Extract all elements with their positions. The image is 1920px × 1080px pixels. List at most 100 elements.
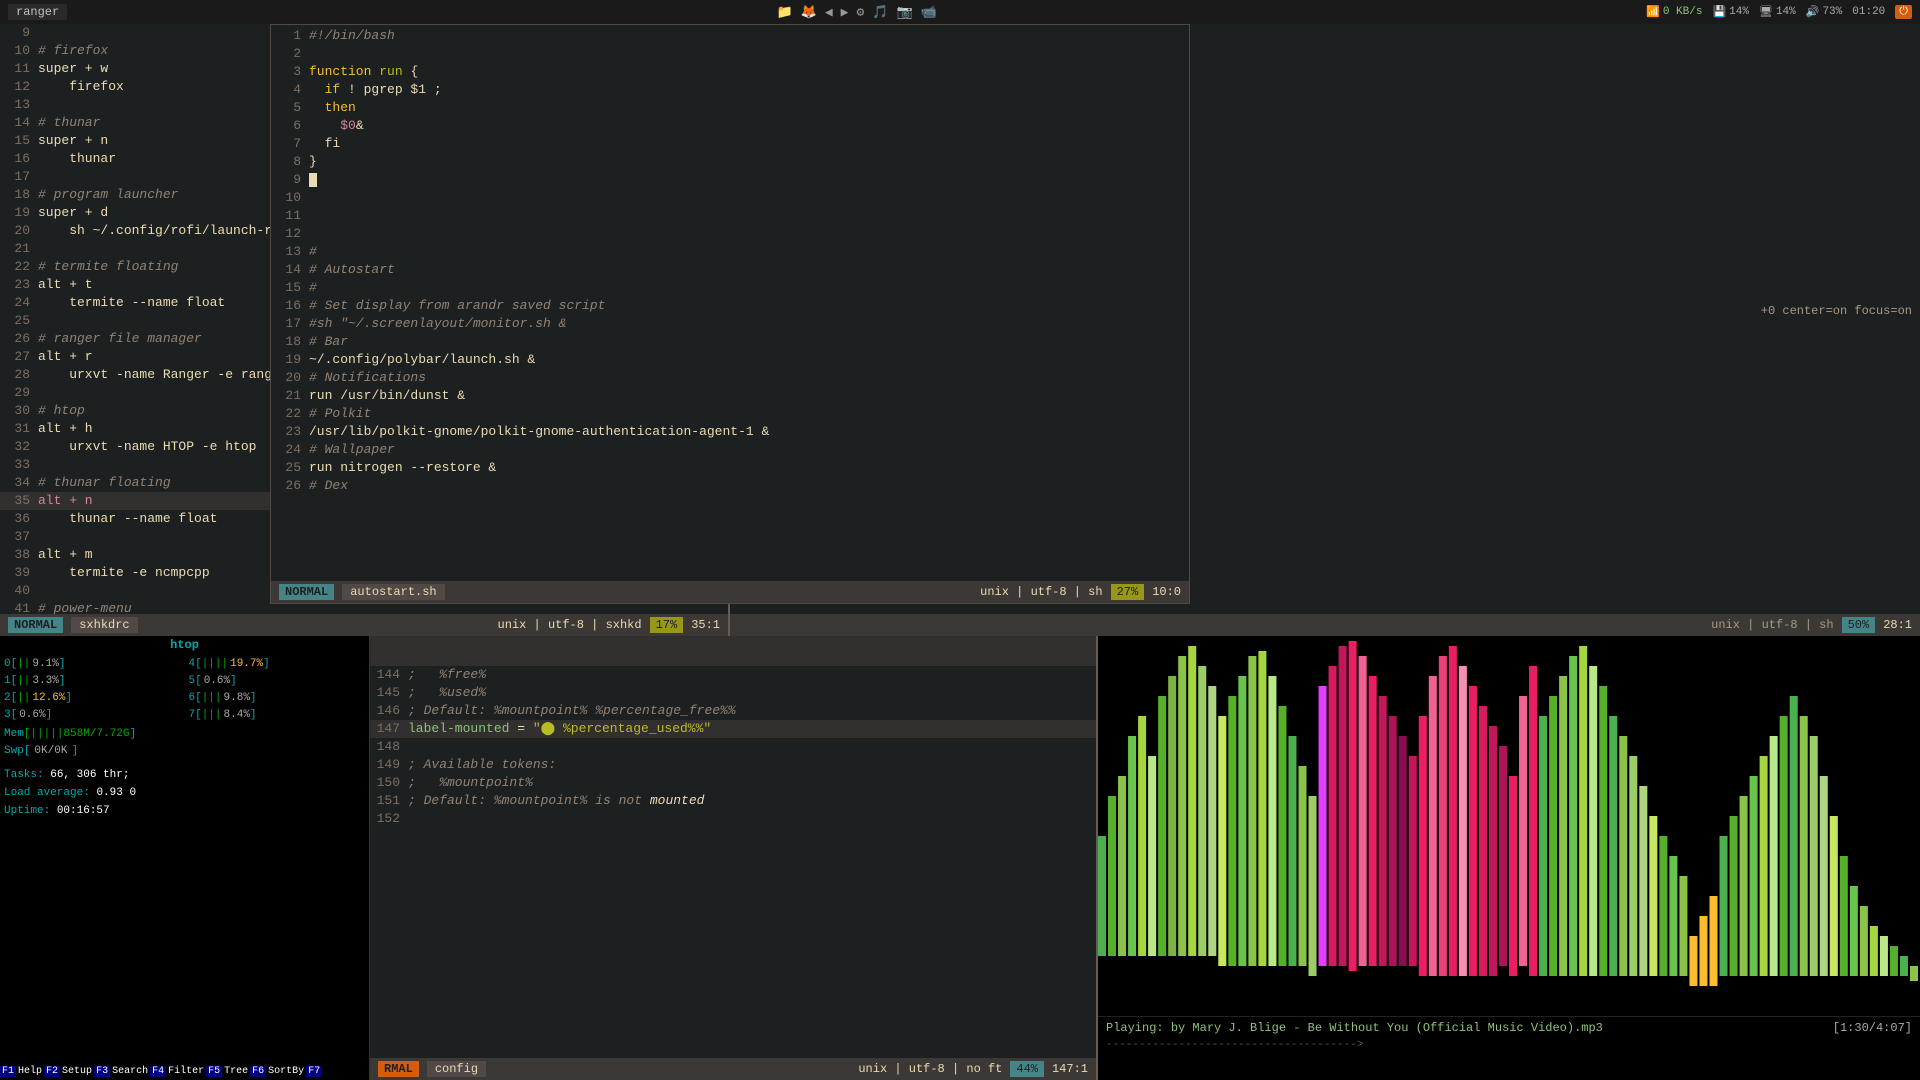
code-line: 18# Bar [271, 333, 1189, 351]
htop-cpu-1: 1[||3.3%] [4, 673, 181, 690]
code-line: 5 then [271, 99, 1189, 117]
htop-f5[interactable]: F5Tree [206, 1062, 250, 1080]
htop-cpu-4: 4[||||19.7%] [189, 656, 366, 673]
code-line: 149; Available tokens: [370, 756, 1096, 774]
video-icon: 📹 [921, 5, 937, 20]
htop-content: 0[||9.1%] 4[||||19.7%] 1[||3.3%] 5[0.6%]… [0, 654, 369, 822]
htop-info: Tasks: 66, 306 thr; Load average: 0.93 0… [4, 766, 365, 820]
vis-svg [1098, 636, 1920, 1016]
overlay-filetype: unix | utf-8 | sh [980, 585, 1102, 599]
topbar: ranger 📁 🦊 ◀ ▶ ⚙ 🎵 📷 📹 📶 0 KB/s 💾 14% 🖥 … [0, 0, 1920, 24]
vis-progress: --------------------------------------> [1106, 1039, 1912, 1051]
code-line: 19~/.config/polybar/launch.sh & [271, 351, 1189, 369]
code-line: 144; %free% [370, 666, 1096, 684]
vis-playing-text: Playing: by Mary J. Blige - Be Without Y… [1106, 1021, 1603, 1035]
topbar-center: 📁 🦊 ◀ ▶ ⚙ 🎵 📷 📹 [776, 5, 936, 20]
code-line: 21run /usr/bin/dunst & [271, 387, 1189, 405]
right-position: 28:1 [1883, 618, 1912, 632]
htop-cpu-3: 3[0.6%] [4, 707, 181, 724]
htop-swp: Swp[0K/0K] [4, 743, 365, 760]
code-line: 13# [271, 243, 1189, 261]
htop-cpu-6: 6[|||9.8%] [189, 690, 366, 707]
right-percent: 50% [1842, 617, 1876, 633]
overlay-position: 10:0 [1152, 585, 1181, 599]
code-line: 25run nitrogen --restore & [271, 459, 1189, 477]
htop-f4[interactable]: F4Filter [150, 1062, 206, 1080]
htop-f2[interactable]: F2Setup [44, 1062, 94, 1080]
main-container: 9 10# firefox 11super + w 12 firefox 13 … [0, 24, 1920, 1080]
window-title[interactable]: ranger [8, 4, 67, 20]
right-editor-statusbar: unix | utf-8 | sh 50% 28:1 [730, 614, 1920, 636]
htop-title: htop [0, 636, 369, 654]
code-line: 11 [271, 207, 1189, 225]
code-line: 9 [271, 171, 1189, 189]
mid-filetype: unix | utf-8 | no ft [858, 1062, 1002, 1076]
mid-editor-panel[interactable]: 144; %free% 145; %used% 146; Default: %m… [370, 636, 1098, 1080]
code-line: 26# Dex [271, 477, 1189, 495]
next-icon[interactable]: ▶ [841, 5, 849, 20]
left-editor-statusbar: NORMAL sxhkdrc unix | utf-8 | sxhkd 17% … [0, 614, 728, 636]
htop-f1[interactable]: F1Help [0, 1062, 44, 1080]
code-line: 14# Autostart [271, 261, 1189, 279]
visualizer-panel: Playing: by Mary J. Blige - Be Without Y… [1098, 636, 1920, 1080]
disk-status: 💾 14% [1712, 5, 1749, 19]
topbar-left: ranger [8, 4, 67, 20]
editor-position: 35:1 [691, 618, 720, 632]
mid-position: 147:1 [1052, 1062, 1088, 1076]
right-editor-extra: +0 center=on focus=on [1761, 304, 1912, 318]
overlay-editor-statusbar: NORMAL autostart.sh unix | utf-8 | sh 27… [271, 581, 1189, 603]
vis-canvas [1098, 636, 1920, 1016]
power-button[interactable]: ⏻ [1895, 5, 1912, 19]
htop-cpu-0: 0[||9.1%] [4, 656, 181, 673]
settings-icon[interactable]: ⚙ [857, 5, 865, 20]
editor-mode-indicator: NORMAL [8, 617, 63, 633]
overlay-editor-panel[interactable]: 1#!/bin/bash 2 3function run { 4 if ! pg… [270, 24, 1190, 604]
code-line: 12 [271, 225, 1189, 243]
code-line: 17#sh "~/.screenlayout/monitor.sh & [271, 315, 1189, 333]
code-line: 152 [370, 810, 1096, 828]
cpu-icon: 🖥 [1759, 5, 1773, 19]
clock: 01:20 [1852, 6, 1885, 18]
cpu-status: 🖥 14% [1759, 5, 1796, 19]
code-line: 10 [271, 189, 1189, 207]
htop-cpu-2: 2[||12.6%] [4, 690, 181, 707]
code-line: 4 if ! pgrep $1 ; [271, 81, 1189, 99]
htop-f7[interactable]: F7 [306, 1062, 322, 1080]
htop-f6[interactable]: F6SortBy [250, 1062, 306, 1080]
code-line: 1#!/bin/bash [271, 27, 1189, 45]
code-line: 145; %used% [370, 684, 1096, 702]
mid-filename: config [427, 1061, 486, 1077]
code-line: 2 [271, 45, 1189, 63]
code-line: 20# Notifications [271, 369, 1189, 387]
camera-icon: 📷 [897, 5, 913, 20]
htop-panel[interactable]: htop 0[||9.1%] 4[||||19.7%] 1[||3.3%] 5[… [0, 636, 370, 1080]
overlay-right-status: unix | utf-8 | sh 27% 10:0 [980, 584, 1181, 600]
code-line: 15# [271, 279, 1189, 297]
mid-right-status: unix | utf-8 | no ft 44% 147:1 [858, 1061, 1088, 1077]
music-icon[interactable]: 🎵 [872, 5, 888, 20]
code-line: 6 $0& [271, 117, 1189, 135]
htop-f3[interactable]: F3Search [94, 1062, 150, 1080]
wifi-status: 📶 0 KB/s [1646, 5, 1702, 19]
disk-icon: 💾 [1712, 5, 1726, 19]
topbar-right: 📶 0 KB/s 💾 14% 🖥 14% 🔊 73% 01:20 ⏻ [1646, 5, 1912, 19]
vis-time: [1:30/4:07] [1833, 1021, 1912, 1035]
htop-cpu-7: 7[|||8.4%] [189, 707, 366, 724]
editor-filename: sxhkdrc [71, 617, 137, 633]
code-line: 148 [370, 738, 1096, 756]
overlay-editor-code: 1#!/bin/bash 2 3function run { 4 if ! pg… [271, 25, 1189, 603]
overlay-mode: NORMAL [279, 584, 334, 600]
mid-editor-tabs [370, 636, 1096, 666]
code-line: 7 fi [271, 135, 1189, 153]
htop-mem: Mem[|||||858M/7.72G] [4, 726, 365, 743]
volume-status: 🔊 73% [1806, 5, 1843, 19]
code-line: 8} [271, 153, 1189, 171]
code-line: 151; Default: %mountpoint% is not mounte… [370, 792, 1096, 810]
lower-panels: htop 0[||9.1%] 4[||||19.7%] 1[||3.3%] 5[… [0, 636, 1920, 1080]
code-line: 22# Polkit [271, 405, 1189, 423]
code-line-highlighted: 147label-mounted = "⬤ %percentage_used%%… [370, 720, 1096, 738]
htop-cpu-5: 5[0.6%] [189, 673, 366, 690]
prev-icon[interactable]: ◀ [825, 5, 833, 20]
mid-editor-statusbar: RMAL config unix | utf-8 | no ft 44% 147… [370, 1058, 1096, 1080]
mid-mode: RMAL [378, 1061, 419, 1077]
